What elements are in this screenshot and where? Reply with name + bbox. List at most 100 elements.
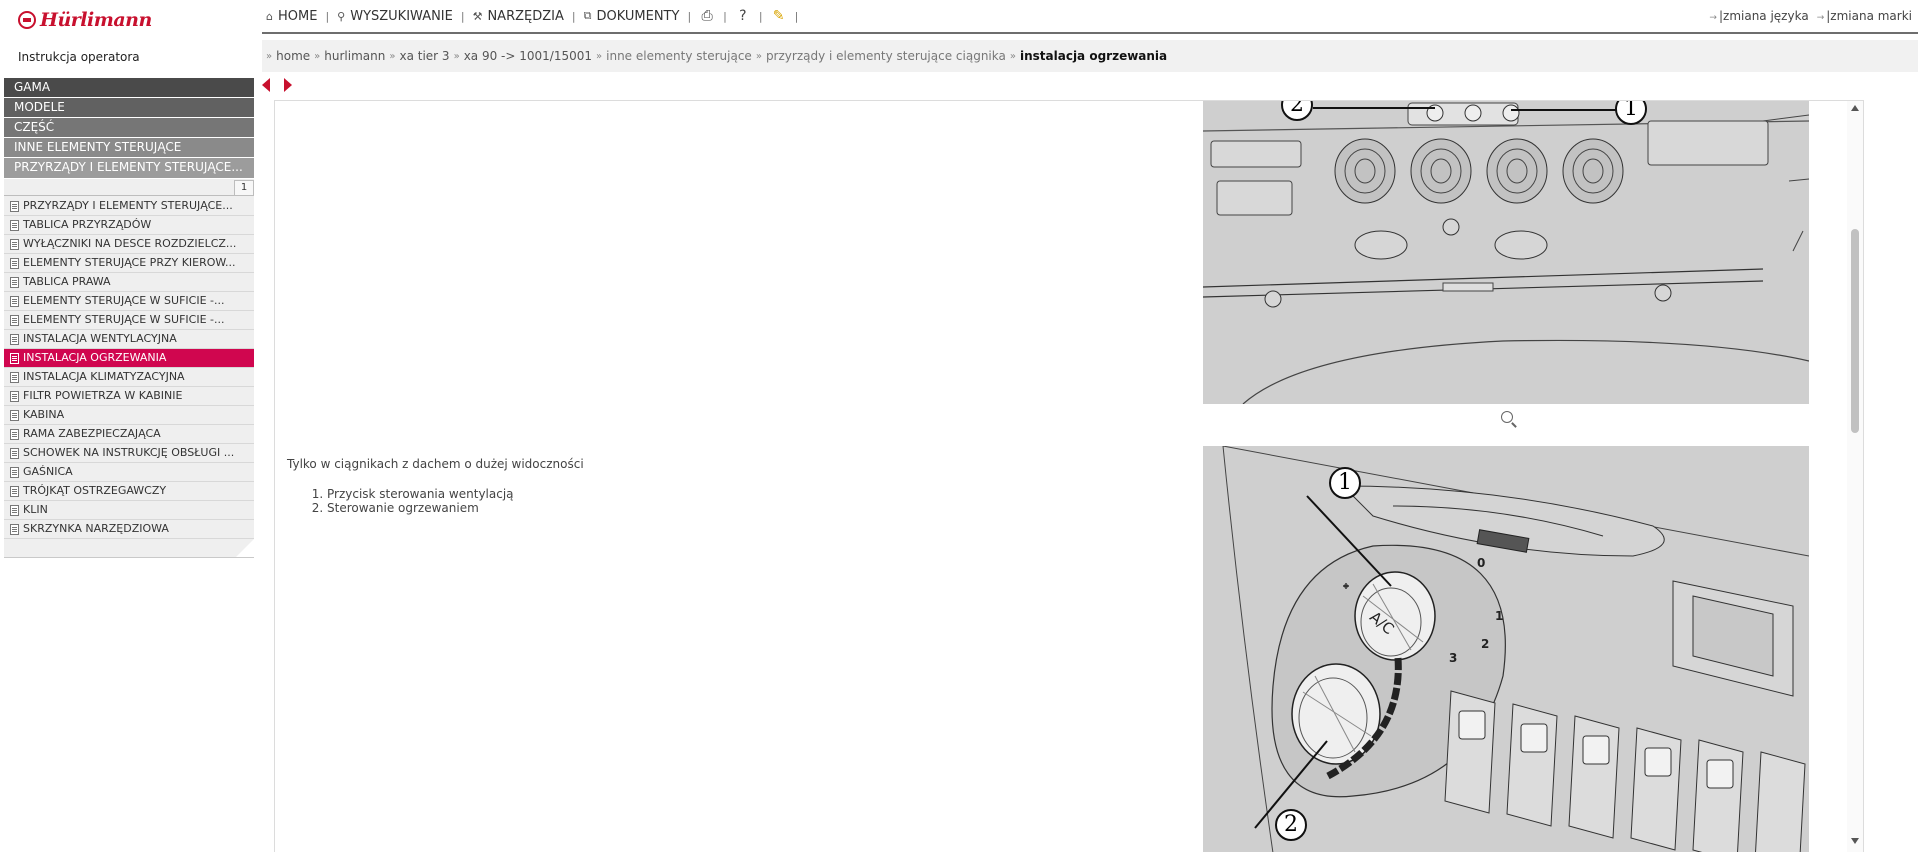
sidebar-item[interactable]: GAŚNICA [4, 463, 254, 482]
arrow-icon: → [1816, 13, 1825, 23]
sidebar-item[interactable]: KLIN [4, 501, 254, 520]
notes-icon[interactable]: ✎ [771, 8, 787, 24]
breadcrumb-chapter[interactable]: przyrządy i elementy sterujące ciągnika [766, 49, 1006, 63]
sidebar-item[interactable]: RAMA ZABEZPIECZAJĄCA [4, 425, 254, 444]
dashboard-illustration [1203, 101, 1809, 404]
sidebar-category-range[interactable]: GAMA [4, 78, 254, 97]
zoom-icon[interactable] [1501, 411, 1513, 423]
breadcrumb: » home » hurlimann » xa tier 3 » xa 90 -… [262, 40, 1918, 72]
sidebar-list: 1 PRZYRZĄDY I ELEMENTY STERUJĄCE... TABL… [4, 179, 254, 558]
breadcrumb-range[interactable]: xa tier 3 [399, 49, 449, 63]
document-icon [10, 466, 19, 478]
document-icon [10, 504, 19, 516]
page-navigation [262, 78, 292, 92]
sidebar-item[interactable]: TRÓJKĄT OSTRZEGAWCZY [4, 482, 254, 501]
sidebar-item-label: WYŁĄCZNIKI NA DESCE ROZDZIELCZ... [23, 237, 237, 250]
previous-page-icon[interactable] [262, 78, 270, 92]
breadcrumb-brand[interactable]: hurlimann [324, 49, 385, 63]
sidebar-category-instruments[interactable]: PRZYRZĄDY I ELEMENTY STERUJĄCE... [4, 158, 254, 178]
nav-separator: | [571, 9, 576, 23]
nav-home-label: HOME [277, 8, 318, 24]
scroll-up-icon[interactable] [1851, 105, 1859, 111]
sidebar-item-label: ELEMENTY STERUJĄCE PRZY KIEROW... [23, 256, 236, 269]
sidebar-item[interactable]: INSTALACJA WENTYLACYJNA [4, 330, 254, 349]
document-icon [10, 409, 19, 421]
scale-label: 1 [1495, 609, 1504, 623]
document-icon [10, 238, 19, 250]
sidebar-item[interactable]: KABINA [4, 406, 254, 425]
sidebar-item[interactable]: TABLICA PRAWA [4, 273, 254, 292]
scroll-thumb[interactable] [1851, 229, 1859, 433]
intro-paragraph: Tylko w ciągnikach z dachem o dużej wido… [287, 457, 584, 471]
sidebar-item-active[interactable]: INSTALACJA OGRZEWANIA [4, 349, 254, 368]
sidebar-item[interactable]: PRZYRZĄDY I ELEMENTY STERUJĄCE... [4, 197, 254, 216]
top-bar: Hürlimann ⌂ HOME | ⚲ WYSZUKIWANIE | ⚒ NARZĘ… [0, 0, 1918, 34]
sidebar-item[interactable]: ELEMENTY STERUJĄCE W SUFICIE -... [4, 292, 254, 311]
scroll-down-icon[interactable] [1851, 838, 1859, 844]
nav-separator: | [687, 9, 692, 23]
callout-fig2-b: 2 [1275, 809, 1307, 841]
document-icon [10, 219, 19, 231]
nav-separator: | [758, 9, 763, 23]
print-icon[interactable]: ⎙ [699, 8, 715, 24]
sidebar-item-label: ELEMENTY STERUJĄCE W SUFICIE -... [23, 313, 225, 326]
scale-label: 3 [1449, 651, 1458, 665]
change-brand-link[interactable]: → |zmiana marki [1817, 9, 1912, 23]
breadcrumb-model[interactable]: xa 90 -> 1001/15001 [464, 49, 592, 63]
content-frame[interactable]: 2 1 Tylko w ciągnikach z dachem o dużej … [274, 100, 1864, 852]
document-icon [10, 276, 19, 288]
document-icon [10, 314, 19, 326]
breadcrumb-separator: » [314, 50, 321, 62]
legend-list: Przycisk sterowania wentylacją Sterowani… [287, 487, 584, 515]
callout-fig2-a: 1 [1329, 467, 1361, 499]
sidebar-item[interactable]: WYŁĄCZNIKI NA DESCE ROZDZIELCZ... [4, 235, 254, 254]
sidebar-item[interactable]: SCHOWEK NA INSTRUKCJĘ OBSŁUGI ... [4, 444, 254, 463]
sidebar-category-part[interactable]: CZĘŚĆ [4, 118, 254, 137]
instruction-text: Tylko w ciągnikach z dachem o dużej wido… [287, 457, 584, 515]
sidebar-item[interactable]: FILTR POWIETRZA W KABINIE [4, 387, 254, 406]
nav-home[interactable]: ⌂ HOME [262, 0, 321, 32]
breadcrumb-current: instalacja ogrzewania [1019, 49, 1168, 63]
document-icon [10, 333, 19, 345]
sub-header: Instrukcja operatora » home » hurlimann … [0, 40, 1918, 72]
sidebar-category-other-controls[interactable]: INNE ELEMENTY STERUJĄCE [4, 138, 254, 157]
change-language-link[interactable]: → |zmiana języka [1709, 9, 1808, 23]
document-icon [10, 447, 19, 459]
sidebar-category-models[interactable]: MODELE [4, 98, 254, 117]
sidebar-item[interactable]: TABLICA PRZYRZĄDÓW [4, 216, 254, 235]
top-right-links: → |zmiana języka → |zmiana marki [1709, 9, 1912, 23]
document-icon [10, 523, 19, 535]
arrow-icon: → [1709, 13, 1717, 23]
next-page-icon[interactable] [284, 78, 292, 92]
sidebar-item-label: PRZYRZĄDY I ELEMENTY STERUJĄCE... [23, 199, 233, 212]
brand-logo[interactable]: Hürlimann [18, 9, 152, 31]
sidebar-item[interactable]: SKRZYNKA NARZĘDZIOWA [4, 520, 254, 539]
sidebar: GAMA MODELE CZĘŚĆ INNE ELEMENTY STERUJĄC… [4, 78, 254, 558]
breadcrumb-home[interactable]: home [276, 49, 310, 63]
sidebar-item-label: ELEMENTY STERUJĄCE W SUFICIE -... [23, 294, 225, 307]
sidebar-item-label: INSTALACJA KLIMATYZACYJNA [23, 370, 185, 383]
list-corner-decoration [236, 539, 254, 557]
search-icon: ⚲ [337, 9, 346, 23]
content-scrollbar[interactable] [1847, 101, 1863, 852]
breadcrumb-section[interactable]: inne elementy sterujące [606, 49, 752, 63]
help-icon[interactable]: ? [735, 8, 751, 24]
sidebar-page-tab[interactable]: 1 [234, 180, 254, 196]
breadcrumb-separator: » [266, 50, 273, 62]
sidebar-item[interactable]: ELEMENTY STERUJĄCE W SUFICIE -... [4, 311, 254, 330]
sidebar-item-label: KLIN [23, 503, 48, 516]
nav-search[interactable]: ⚲ WYSZUKIWANIE [333, 0, 457, 32]
sidebar-item-label: RAMA ZABEZPIECZAJĄCA [23, 427, 161, 440]
home-icon: ⌂ [266, 9, 273, 23]
sidebar-item-label: KABINA [23, 408, 65, 421]
nav-documents-label: DOKUMENTY [596, 8, 680, 24]
nav-tools[interactable]: ⚒ NARZĘDZIA [469, 0, 568, 32]
nav-documents[interactable]: ⧉ DOKUMENTY [580, 0, 684, 32]
document-icon [10, 428, 19, 440]
breadcrumb-separator: » [1009, 50, 1016, 62]
sidebar-item[interactable]: ELEMENTY STERUJĄCE PRZY KIEROW... [4, 254, 254, 273]
nav-search-label: WYSZUKIWANIE [350, 8, 453, 24]
main-navigation: ⌂ HOME | ⚲ WYSZUKIWANIE | ⚒ NARZĘDZIA | ⧉ DO… [262, 0, 1918, 34]
sidebar-item[interactable]: INSTALACJA KLIMATYZACYJNA [4, 368, 254, 387]
sidebar-item-label: TRÓJKĄT OSTRZEGAWCZY [23, 484, 167, 497]
